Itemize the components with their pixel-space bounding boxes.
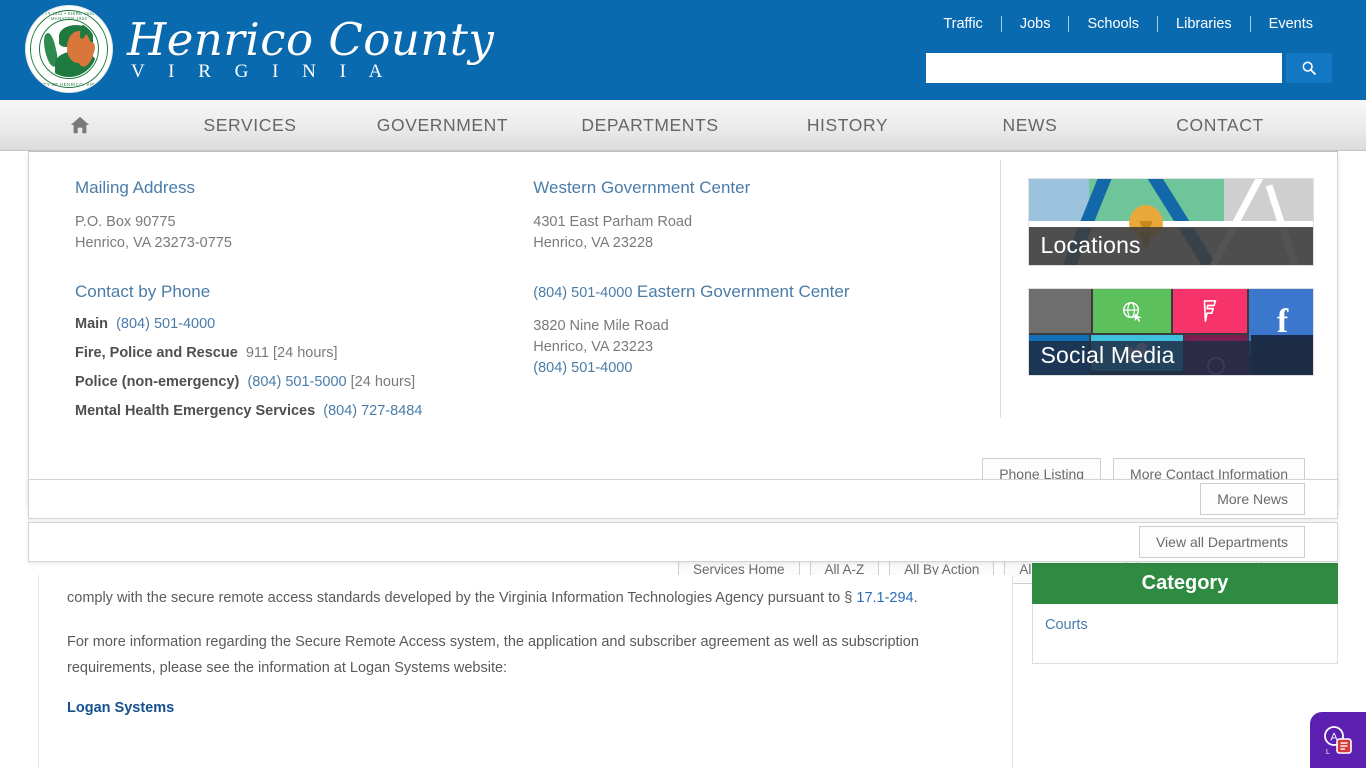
quicklink-schools[interactable]: Schools bbox=[1069, 16, 1157, 32]
seal-top-text: CITY 1611 • SHIRE 1634 • MANAGER 1934 bbox=[39, 11, 99, 21]
site-logo[interactable]: CITY 1611 • SHIRE 1634 • MANAGER 1934 CO… bbox=[25, 5, 494, 93]
article-paragraph-2: For more information regarding the Secur… bbox=[67, 634, 919, 676]
nav-contact[interactable]: CONTACT bbox=[1120, 115, 1320, 136]
search-input[interactable] bbox=[926, 53, 1282, 83]
quicklink-traffic[interactable]: Traffic bbox=[925, 16, 1000, 32]
foursquare-icon bbox=[1172, 289, 1247, 333]
map-region-blue bbox=[1028, 179, 1089, 225]
phone-label: Fire, Police and Rescue bbox=[75, 345, 238, 361]
search-icon bbox=[1302, 61, 1316, 75]
home-icon bbox=[70, 116, 90, 134]
site-header: CITY 1611 • SHIRE 1634 • MANAGER 1934 CO… bbox=[0, 0, 1366, 100]
nav-government[interactable]: GOVERNMENT bbox=[340, 115, 545, 136]
article-p1-suffix: . bbox=[913, 590, 918, 606]
quicklink-jobs[interactable]: Jobs bbox=[1002, 16, 1069, 32]
phone-number[interactable]: (804) 501-5000 bbox=[247, 374, 346, 390]
social-swatch bbox=[1028, 289, 1091, 333]
nav-home[interactable] bbox=[0, 114, 160, 136]
translate-icon: A L bbox=[1324, 726, 1352, 756]
western-line-2: Henrico, VA 23228 bbox=[533, 235, 654, 251]
departments-strip-panel: View all Departments bbox=[28, 522, 1338, 562]
nav-news[interactable]: NEWS bbox=[940, 115, 1120, 136]
mailing-address-heading[interactable]: Mailing Address bbox=[75, 178, 195, 198]
seal-bottom-text: COUNTY OF HENRICO, VIRGINIA bbox=[29, 82, 109, 87]
wordmark: Henrico County V I R G I N I A bbox=[127, 15, 494, 83]
quick-links: Traffic Jobs Schools Libraries Events bbox=[925, 16, 1331, 32]
article-body: comply with the secure remote access sta… bbox=[38, 575, 1013, 768]
western-line-1: 4301 East Parham Road bbox=[533, 214, 693, 230]
article-spacer bbox=[67, 717, 984, 768]
contact-column-tiles: Locations f Social Media bbox=[998, 178, 1338, 432]
mailing-line-2: Henrico, VA 23273-0775 bbox=[75, 235, 232, 251]
phone-label: Mental Health Emergency Services bbox=[75, 403, 316, 419]
site-search bbox=[926, 53, 1332, 83]
western-government-center-heading[interactable]: Western Government Center bbox=[533, 178, 750, 198]
main-navigation: SERVICES GOVERNMENT DEPARTMENTS HISTORY … bbox=[0, 100, 1366, 151]
column-divider bbox=[1000, 160, 1001, 418]
category-list: Courts bbox=[1032, 604, 1338, 664]
accessibility-widget[interactable]: A L bbox=[1310, 712, 1366, 768]
social-media-tile-caption: Social Media bbox=[1040, 342, 1175, 368]
quicklink-events[interactable]: Events bbox=[1251, 16, 1331, 32]
nav-history[interactable]: HISTORY bbox=[755, 115, 940, 136]
phone-number[interactable]: (804) 501-4000 bbox=[116, 316, 215, 332]
contact-by-phone-heading[interactable]: Contact by Phone bbox=[75, 282, 210, 302]
social-media-tile[interactable]: f Social Media bbox=[1027, 288, 1314, 376]
phone-row-mental-health: Mental Health Emergency Services (804) 7… bbox=[75, 403, 533, 419]
phone-number[interactable]: (804) 727-8484 bbox=[323, 403, 422, 419]
contact-dropdown-panel: Mailing Address P.O. Box 90775 Henrico, … bbox=[28, 151, 1338, 505]
contact-column-centers: Western Government Center 4301 East Parh… bbox=[533, 178, 997, 432]
phone-label: Main bbox=[75, 316, 109, 332]
contact-dropdown-columns: Mailing Address P.O. Box 90775 Henrico, … bbox=[29, 152, 1337, 432]
search-button[interactable] bbox=[1286, 53, 1332, 83]
view-all-departments-button[interactable]: View all Departments bbox=[1138, 526, 1305, 558]
phone-row-fire-police-rescue: Fire, Police and Rescue 911 [24 hours] bbox=[75, 345, 533, 361]
globe-icon bbox=[1092, 289, 1171, 333]
western-phone[interactable]: (804) 501-4000 bbox=[533, 283, 632, 304]
mailing-line-1: P.O. Box 90775 bbox=[75, 214, 176, 230]
wordmark-county: Henrico County bbox=[127, 13, 495, 66]
nav-services[interactable]: SERVICES bbox=[160, 115, 340, 136]
logan-systems-link[interactable]: Logan Systems bbox=[67, 700, 174, 716]
category-item-courts[interactable]: Courts bbox=[1045, 617, 1088, 633]
category-heading: Category bbox=[1032, 563, 1338, 604]
nav-departments[interactable]: DEPARTMENTS bbox=[545, 115, 755, 136]
phone-note: [24 hours] bbox=[350, 374, 416, 390]
quicklink-libraries[interactable]: Libraries bbox=[1158, 16, 1250, 32]
eastern-line-2: Henrico, VA 23223 bbox=[533, 339, 654, 355]
eastern-line-1: 3820 Nine Mile Road bbox=[533, 318, 669, 334]
phone-row-police-non-emergency: Police (non-emergency) (804) 501-5000 [2… bbox=[75, 374, 533, 390]
contact-column-mailing: Mailing Address P.O. Box 90775 Henrico, … bbox=[29, 178, 533, 432]
henrico-seal-icon: CITY 1611 • SHIRE 1634 • MANAGER 1934 CO… bbox=[25, 5, 113, 93]
statute-link[interactable]: 17.1-294 bbox=[856, 590, 913, 606]
phone-row-main: Main (804) 501-4000 bbox=[75, 316, 533, 332]
eastern-phone[interactable]: (804) 501-4000 bbox=[533, 358, 632, 379]
article-p1-text: comply with the secure remote access sta… bbox=[67, 590, 857, 606]
svg-text:L: L bbox=[1326, 749, 1330, 756]
locations-tile[interactable]: Locations bbox=[1027, 178, 1314, 266]
more-news-button[interactable]: More News bbox=[1200, 483, 1305, 515]
phone-note: 911 [24 hours] bbox=[245, 345, 338, 361]
article-paragraph-1: comply with the secure remote access sta… bbox=[67, 585, 984, 611]
category-sidebar: Category Courts bbox=[1032, 563, 1338, 664]
phone-label: Police (non-emergency) bbox=[75, 374, 240, 390]
locations-tile-caption: Locations bbox=[1028, 227, 1313, 265]
news-strip-panel: More News bbox=[28, 479, 1338, 519]
eastern-government-center-heading[interactable]: Eastern Government Center bbox=[637, 282, 850, 302]
